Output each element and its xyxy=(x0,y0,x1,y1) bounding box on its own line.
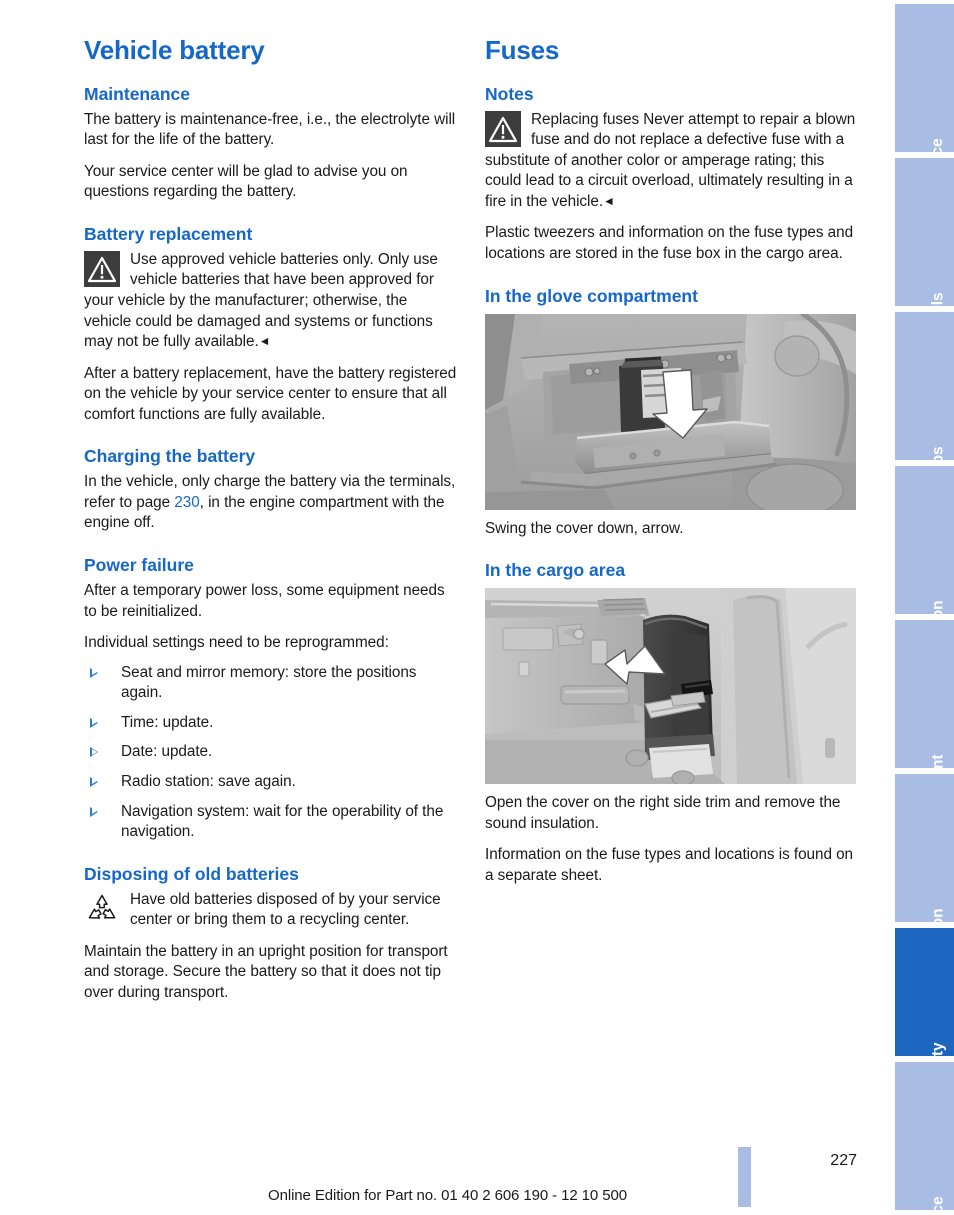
list-item-label: Date: update. xyxy=(121,743,213,761)
warning-title-battery: Use approved vehicle batteries only. xyxy=(130,250,374,268)
battery-replacement-paragraph-1: After a battery replacement, have the ba… xyxy=(84,364,457,423)
tab-at-a-glance[interactable]: At a glance xyxy=(895,4,954,220)
left-column: Vehicle battery Maintenance The battery … xyxy=(84,36,458,1014)
glove-compartment-caption: Swing the cover down, arrow. xyxy=(485,519,684,537)
power-failure-paragraph-1: After a temporary power loss, some equip… xyxy=(84,582,445,620)
notes-paragraph-1: Plastic tweezers and information on the … xyxy=(485,224,854,262)
triangle-bullet-icon xyxy=(90,776,98,787)
warning-note-battery-replacement: Use approved vehicle batteries only. Onl… xyxy=(84,250,458,353)
list-item-label: Seat and mirror memory: store the positi… xyxy=(121,663,417,702)
page-title-fuses: Fuses xyxy=(485,35,560,65)
right-column: Fuses Notes Replacing fuses Never attemp… xyxy=(485,36,859,897)
warning-triangle-icon xyxy=(84,250,120,287)
list-item: Radio station: save again. xyxy=(84,772,458,793)
triangle-bullet-icon xyxy=(90,806,98,817)
cargo-area-paragraph-1: Open the cover on the right side trim an… xyxy=(485,794,841,832)
triangle-bullet-icon xyxy=(90,717,98,728)
tab-label: Reference xyxy=(930,1196,947,1215)
tab-reference[interactable]: Reference xyxy=(895,1062,954,1215)
recycling-note-text: Have old batteries disposed of by your s… xyxy=(130,890,441,929)
heading-battery-replacement: Battery replacement xyxy=(84,223,253,244)
cargo-area-paragraph-2: Information on the fuse types and locati… xyxy=(485,846,854,884)
warning-end-mark-fuses: ◄ xyxy=(603,193,615,208)
list-item: Time: update. xyxy=(84,713,458,734)
warning-triangle-icon xyxy=(485,110,521,147)
recycling-icon xyxy=(84,891,120,927)
heading-disposing-of-old-batteries: Disposing of old batteries xyxy=(84,863,299,884)
list-item-label: Navigation system: wait for the operabil… xyxy=(121,802,444,841)
tab-controls[interactable]: Controls xyxy=(895,158,954,355)
list-item-label: Radio station: save again. xyxy=(121,772,296,790)
footer-edition-note: Online Edition for Part no. 01 40 2 606 … xyxy=(268,1187,627,1204)
page-number: 227 xyxy=(830,1152,857,1169)
maintenance-paragraph-1: The battery is maintenance-free, i.e., t… xyxy=(84,110,456,149)
manual-page: Vehicle battery Maintenance The battery … xyxy=(0,0,954,1215)
heading-power-failure: Power failure xyxy=(84,555,194,576)
cargo-area-figure xyxy=(485,588,856,785)
warning-note-replacing-fuses: Replacing fuses Never attempt to repair … xyxy=(485,110,859,213)
list-item-label: Time: update. xyxy=(121,713,214,731)
heading-charging-the-battery: Charging the battery xyxy=(84,446,256,467)
tab-driving-tips[interactable]: Driving tips xyxy=(895,312,954,530)
tab-entertainment[interactable]: Entertainment xyxy=(895,620,954,857)
tab-mobility[interactable]: Mobility xyxy=(895,928,954,1100)
heading-in-the-cargo-area: In the cargo area xyxy=(485,560,626,581)
warning-end-mark-battery: ◄ xyxy=(258,334,271,349)
list-item: Seat and mirror memory: store the positi… xyxy=(84,663,458,704)
triangle-bullet-icon xyxy=(90,747,98,758)
charging-paragraph-1: In the vehicle, only charge the battery … xyxy=(84,472,458,534)
list-item: Date: update. xyxy=(84,742,458,763)
warning-title-fuses: Replacing fuses xyxy=(531,110,640,128)
tab-navigation[interactable]: Navigation xyxy=(895,466,954,678)
page-cross-reference-230[interactable]: 230 xyxy=(174,494,199,511)
maintenance-paragraph-2: Your service center will be glad to advi… xyxy=(84,162,408,201)
triangle-bullet-icon xyxy=(90,667,98,678)
recycling-note-disposal: Have old batteries disposed of by your s… xyxy=(84,890,458,931)
heading-maintenance: Maintenance xyxy=(84,83,190,104)
heading-in-the-glove-compartment: In the glove compartment xyxy=(485,285,698,306)
glove-compartment-figure xyxy=(485,313,856,510)
list-item: Navigation system: wait for the operabil… xyxy=(84,802,458,843)
heading-notes: Notes xyxy=(485,83,534,104)
page-title-vehicle-battery: Vehicle battery xyxy=(84,35,265,65)
power-failure-settings-list: Seat and mirror memory: store the positi… xyxy=(84,663,458,843)
tab-communication[interactable]: Communication xyxy=(895,774,954,1024)
chapter-tab-rail: At a glance Controls Driving tips Naviga… xyxy=(895,0,954,1215)
power-failure-paragraph-2: Individual settings need to be reprogram… xyxy=(84,634,389,652)
disposal-paragraph-1: Maintain the battery in an upright posit… xyxy=(84,942,448,1001)
